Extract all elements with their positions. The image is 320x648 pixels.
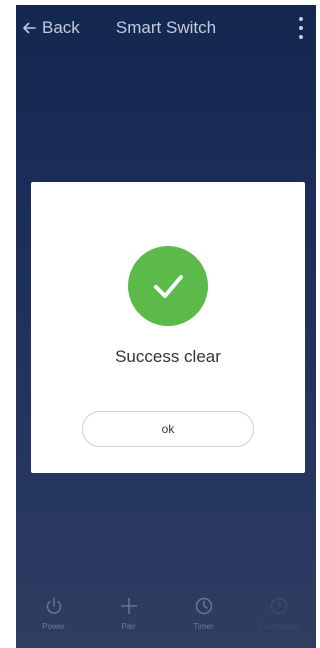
more-menu-button[interactable]	[296, 17, 306, 39]
bottom-nav: Power Pair Timer Countdown	[16, 588, 316, 648]
countdown-icon	[270, 597, 287, 615]
nav-label-pair: Pair	[121, 622, 136, 631]
clock-icon	[195, 597, 212, 615]
success-check-badge	[128, 246, 208, 326]
plus-icon	[120, 598, 137, 614]
nav-item-power[interactable]: Power	[16, 588, 91, 631]
nav-label-power: Power	[42, 622, 65, 631]
power-icon	[46, 597, 61, 614]
checkmark-icon	[154, 275, 183, 298]
nav-item-countdown[interactable]: Countdown	[241, 588, 316, 631]
top-bar: Back Smart Switch	[16, 5, 316, 51]
nav-label-timer: Timer	[193, 622, 214, 631]
app-screen: Back Smart Switch Success clear ok Power	[16, 5, 316, 648]
nav-item-timer[interactable]: Timer	[166, 588, 241, 631]
dialog-message: Success clear	[115, 347, 221, 366]
vertical-dots-icon	[299, 17, 303, 21]
nav-label-countdown: Countdown	[258, 622, 299, 631]
nav-item-pair[interactable]: Pair	[91, 588, 166, 631]
success-dialog: Success clear ok	[31, 182, 305, 473]
ok-button[interactable]: ok	[82, 411, 254, 447]
page-title: Smart Switch	[115, 18, 217, 37]
